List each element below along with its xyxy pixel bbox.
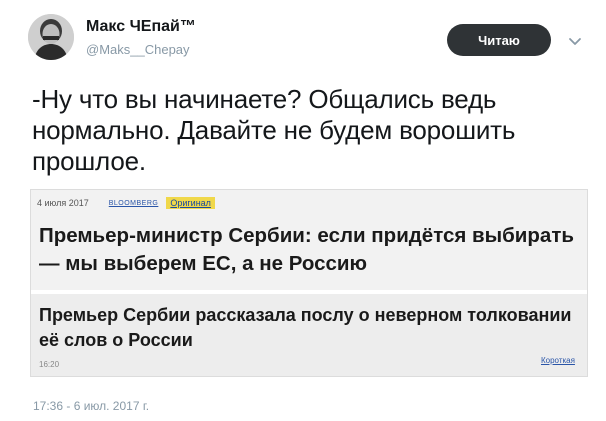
embedded-screenshot-card[interactable]: 4 июля 2017 BLOOMBERG Оригинал Премьер-м… — [30, 189, 588, 377]
card-headline-secondary: Премьер Сербии рассказала послу о неверн… — [39, 305, 572, 350]
tweet-timestamp[interactable]: 17:36 - 6 июл. 2017 г. — [33, 399, 149, 413]
card-divider — [31, 290, 587, 294]
card-headline-primary: Премьер-министр Сербии: если придётся вы… — [39, 224, 574, 275]
tweet: Макс ЧЕпай™ @Maks__Chepay Читаю -Ну что … — [0, 0, 606, 421]
card-short-link[interactable]: Короткая — [541, 356, 575, 365]
card-original-link[interactable]: Оригинал — [166, 197, 215, 209]
card-time: 16:20 — [39, 360, 60, 369]
card-meta: 4 июля 2017 BLOOMBERG Оригинал — [37, 196, 215, 210]
card-upper-section: 4 июля 2017 BLOOMBERG Оригинал Премьер-м… — [31, 190, 587, 290]
avatar[interactable] — [28, 14, 74, 60]
chevron-down-icon[interactable] — [566, 32, 584, 50]
author-handle[interactable]: @Maks__Chepay — [86, 42, 190, 57]
tweet-text: -Ну что вы начинаете? Общались ведь норм… — [32, 84, 516, 176]
card-date: 4 июля 2017 — [37, 198, 89, 208]
avatar-portrait-icon — [28, 14, 74, 60]
author-name[interactable]: Макс ЧЕпай™ — [86, 18, 196, 36]
follow-button[interactable]: Читаю — [447, 24, 551, 56]
card-source-link[interactable]: BLOOMBERG — [109, 200, 159, 207]
